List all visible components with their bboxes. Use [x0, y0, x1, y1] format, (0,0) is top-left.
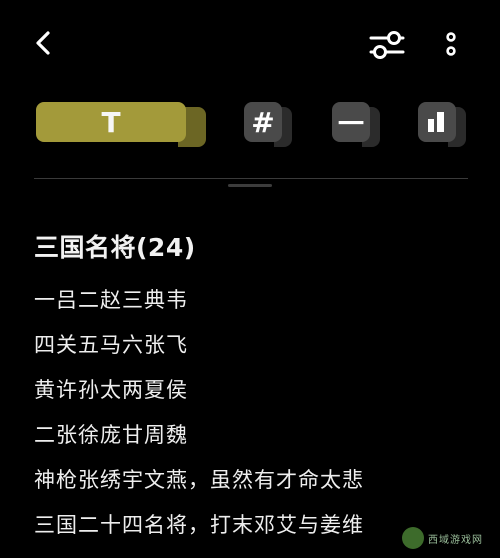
top-bar — [0, 0, 500, 90]
drag-handle[interactable] — [228, 184, 272, 187]
more-options-button[interactable] — [436, 26, 466, 64]
back-button[interactable] — [26, 26, 60, 60]
note-title: 三国名将(24) — [34, 233, 196, 262]
note-line-1: 一吕二赵三典韦 — [34, 288, 188, 312]
note-line-5: 神枪张绣宇文燕，虽然有才命太悲 — [34, 468, 364, 492]
watermark-logo — [402, 527, 424, 549]
more-vertical-icon — [446, 32, 456, 56]
hash-mode-label: # — [244, 102, 282, 142]
format-toolbar: T # 一 — [0, 98, 500, 154]
text-mode-button[interactable]: T — [36, 102, 208, 147]
filter-button[interactable] — [366, 26, 408, 64]
bar-stats-icon — [428, 112, 444, 132]
text-mode-label: T — [36, 102, 186, 142]
stats-icon-face — [418, 102, 456, 142]
back-arrow-icon — [36, 31, 50, 55]
note-content: 三国名将(24) 一吕二赵三典韦 四关五马六张飞 黄许孙太两夏侯 二张徐庞甘周魏… — [34, 228, 474, 558]
filter-sliders-icon — [369, 31, 405, 59]
note-line-4: 二张徐庞甘周魏 — [34, 423, 188, 447]
watermark-text: 西域游戏网 — [428, 534, 483, 546]
dash-mode-label: 一 — [332, 102, 370, 142]
dash-mode-button[interactable]: 一 — [332, 102, 382, 147]
stats-mode-button[interactable] — [418, 102, 468, 147]
note-line-3: 黄许孙太两夏侯 — [34, 378, 188, 402]
note-line-2: 四关五马六张飞 — [34, 333, 188, 357]
watermark: 西域游戏网 — [402, 524, 492, 552]
toolbar-divider — [34, 178, 468, 179]
hash-mode-button[interactable]: # — [244, 102, 294, 147]
